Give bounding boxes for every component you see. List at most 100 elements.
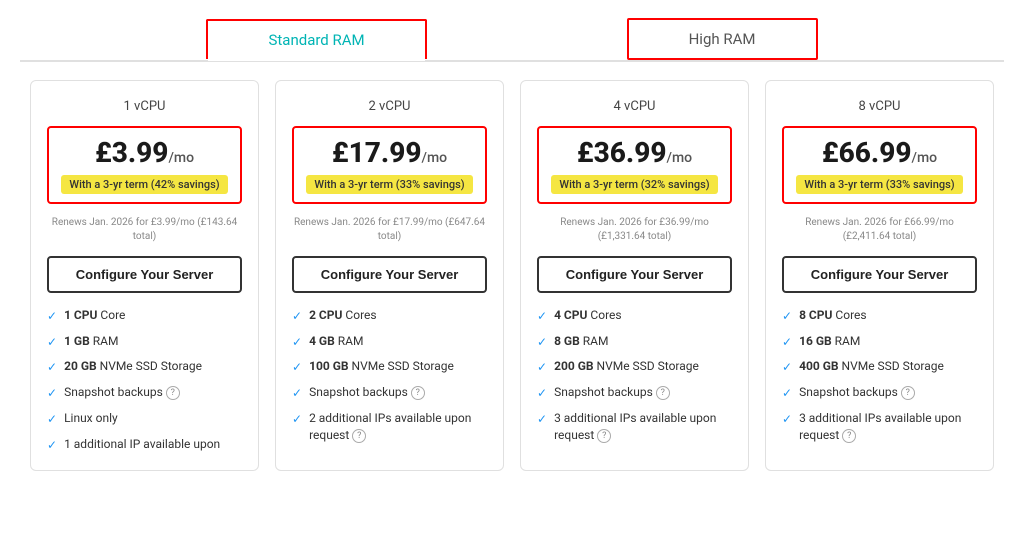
plans-grid: 1 vCPU £3.99/mo With a 3-yr term (42% sa… — [20, 80, 1004, 491]
feature-text-1-1: 4 GB RAM — [309, 333, 363, 350]
feature-item-0-1: ✓ 1 GB RAM — [47, 333, 242, 351]
tab-high-ram[interactable]: High RAM — [627, 18, 818, 60]
feature-list-2: ✓ 4 CPU Cores ✓ 8 GB RAM ✓ 200 GB NVMe S… — [537, 307, 732, 444]
feature-text-1-2: 100 GB NVMe SSD Storage — [309, 358, 454, 375]
feature-text-3-3: Snapshot backups? — [799, 384, 915, 401]
check-icon-1-1: ✓ — [292, 334, 302, 351]
check-icon-1-2: ✓ — [292, 359, 302, 376]
help-icon[interactable]: ? — [656, 386, 670, 400]
savings-badge-0: With a 3-yr term (42% savings) — [61, 175, 227, 194]
savings-badge-3: With a 3-yr term (33% savings) — [796, 175, 962, 194]
feature-text-1-4: 2 additional IPs available upon request? — [309, 410, 487, 444]
feature-text-1-3: Snapshot backups? — [309, 384, 425, 401]
feature-text-0-1: 1 GB RAM — [64, 333, 118, 350]
price-main-1: £17.99/mo — [306, 138, 473, 169]
feature-item-0-5: ✓ 1 additional IP available upon — [47, 436, 242, 454]
feature-item-1-4: ✓ 2 additional IPs available upon reques… — [292, 410, 487, 444]
price-box-2: £36.99/mo With a 3-yr term (32% savings) — [537, 126, 732, 204]
feature-text-3-4: 3 additional IPs available upon request? — [799, 410, 977, 444]
feature-text-1-0: 2 CPU Cores — [309, 307, 377, 324]
configure-button-0[interactable]: Configure Your Server — [47, 256, 242, 293]
help-icon[interactable]: ? — [901, 386, 915, 400]
check-icon-0-1: ✓ — [47, 334, 57, 351]
feature-text-0-4: Linux only — [64, 410, 118, 427]
feature-text-3-0: 8 CPU Cores — [799, 307, 867, 324]
feature-text-3-1: 16 GB RAM — [799, 333, 860, 350]
plan-card-2: 4 vCPU £36.99/mo With a 3-yr term (32% s… — [520, 80, 749, 471]
configure-button-2[interactable]: Configure Your Server — [537, 256, 732, 293]
feature-text-0-3: Snapshot backups? — [64, 384, 180, 401]
feature-list-0: ✓ 1 CPU Core ✓ 1 GB RAM ✓ 20 GB NVMe SSD… — [47, 307, 242, 454]
feature-text-2-2: 200 GB NVMe SSD Storage — [554, 358, 699, 375]
feature-item-3-3: ✓ Snapshot backups? — [782, 384, 977, 402]
feature-list-3: ✓ 8 CPU Cores ✓ 16 GB RAM ✓ 400 GB NVMe … — [782, 307, 977, 444]
feature-item-3-1: ✓ 16 GB RAM — [782, 333, 977, 351]
feature-item-3-2: ✓ 400 GB NVMe SSD Storage — [782, 358, 977, 376]
check-icon-3-2: ✓ — [782, 359, 792, 376]
check-icon-0-5: ✓ — [47, 437, 57, 454]
price-box-0: £3.99/mo With a 3-yr term (42% savings) — [47, 126, 242, 204]
feature-text-0-2: 20 GB NVMe SSD Storage — [64, 358, 202, 375]
tab-bar: Standard RAM High RAM — [20, 0, 1004, 62]
check-icon-0-3: ✓ — [47, 385, 57, 402]
help-icon[interactable]: ? — [411, 386, 425, 400]
savings-badge-1: With a 3-yr term (33% savings) — [306, 175, 472, 194]
price-main-3: £66.99/mo — [796, 138, 963, 169]
renews-text-1: Renews Jan. 2026 for £17.99/mo (£647.64 … — [292, 216, 487, 244]
help-icon[interactable]: ? — [352, 429, 366, 443]
check-icon-0-0: ✓ — [47, 308, 57, 325]
plan-vcpu-2: 4 vCPU — [537, 99, 732, 114]
check-icon-3-3: ✓ — [782, 385, 792, 402]
feature-item-2-0: ✓ 4 CPU Cores — [537, 307, 732, 325]
feature-item-0-3: ✓ Snapshot backups? — [47, 384, 242, 402]
feature-text-2-4: 3 additional IPs available upon request? — [554, 410, 732, 444]
configure-button-1[interactable]: Configure Your Server — [292, 256, 487, 293]
check-icon-1-4: ✓ — [292, 411, 302, 428]
help-icon[interactable]: ? — [842, 429, 856, 443]
feature-item-1-3: ✓ Snapshot backups? — [292, 384, 487, 402]
feature-item-2-2: ✓ 200 GB NVMe SSD Storage — [537, 358, 732, 376]
feature-item-3-0: ✓ 8 CPU Cores — [782, 307, 977, 325]
feature-item-2-3: ✓ Snapshot backups? — [537, 384, 732, 402]
feature-text-0-0: 1 CPU Core — [64, 307, 125, 324]
check-icon-1-3: ✓ — [292, 385, 302, 402]
price-box-3: £66.99/mo With a 3-yr term (33% savings) — [782, 126, 977, 204]
feature-item-3-4: ✓ 3 additional IPs available upon reques… — [782, 410, 977, 444]
check-icon-2-2: ✓ — [537, 359, 547, 376]
check-icon-3-4: ✓ — [782, 411, 792, 428]
feature-item-1-2: ✓ 100 GB NVMe SSD Storage — [292, 358, 487, 376]
help-icon[interactable]: ? — [166, 386, 180, 400]
feature-item-0-4: ✓ Linux only — [47, 410, 242, 428]
price-main-2: £36.99/mo — [551, 138, 718, 169]
feature-text-2-3: Snapshot backups? — [554, 384, 670, 401]
price-box-1: £17.99/mo With a 3-yr term (33% savings) — [292, 126, 487, 204]
feature-list-1: ✓ 2 CPU Cores ✓ 4 GB RAM ✓ 100 GB NVMe S… — [292, 307, 487, 444]
renews-text-2: Renews Jan. 2026 for £36.99/mo (£1,331.6… — [537, 216, 732, 244]
feature-text-0-5: 1 additional IP available upon — [64, 436, 220, 453]
page-container: Standard RAM High RAM 1 vCPU £3.99/mo Wi… — [0, 0, 1024, 491]
check-icon-2-0: ✓ — [537, 308, 547, 325]
tab-standard-ram[interactable]: Standard RAM — [206, 19, 426, 59]
feature-item-2-1: ✓ 8 GB RAM — [537, 333, 732, 351]
feature-text-2-0: 4 CPU Cores — [554, 307, 622, 324]
check-icon-3-0: ✓ — [782, 308, 792, 325]
check-icon-2-3: ✓ — [537, 385, 547, 402]
renews-text-0: Renews Jan. 2026 for £3.99/mo (£143.64 t… — [47, 216, 242, 244]
savings-badge-2: With a 3-yr term (32% savings) — [551, 175, 717, 194]
check-icon-2-1: ✓ — [537, 334, 547, 351]
plan-vcpu-3: 8 vCPU — [782, 99, 977, 114]
plan-card-0: 1 vCPU £3.99/mo With a 3-yr term (42% sa… — [30, 80, 259, 471]
plan-card-1: 2 vCPU £17.99/mo With a 3-yr term (33% s… — [275, 80, 504, 471]
feature-item-1-0: ✓ 2 CPU Cores — [292, 307, 487, 325]
configure-button-3[interactable]: Configure Your Server — [782, 256, 977, 293]
check-icon-0-2: ✓ — [47, 359, 57, 376]
price-main-0: £3.99/mo — [61, 138, 228, 169]
feature-item-0-2: ✓ 20 GB NVMe SSD Storage — [47, 358, 242, 376]
plan-card-3: 8 vCPU £66.99/mo With a 3-yr term (33% s… — [765, 80, 994, 471]
feature-item-0-0: ✓ 1 CPU Core — [47, 307, 242, 325]
check-icon-2-4: ✓ — [537, 411, 547, 428]
feature-text-2-1: 8 GB RAM — [554, 333, 608, 350]
feature-item-2-4: ✓ 3 additional IPs available upon reques… — [537, 410, 732, 444]
help-icon[interactable]: ? — [597, 429, 611, 443]
check-icon-1-0: ✓ — [292, 308, 302, 325]
